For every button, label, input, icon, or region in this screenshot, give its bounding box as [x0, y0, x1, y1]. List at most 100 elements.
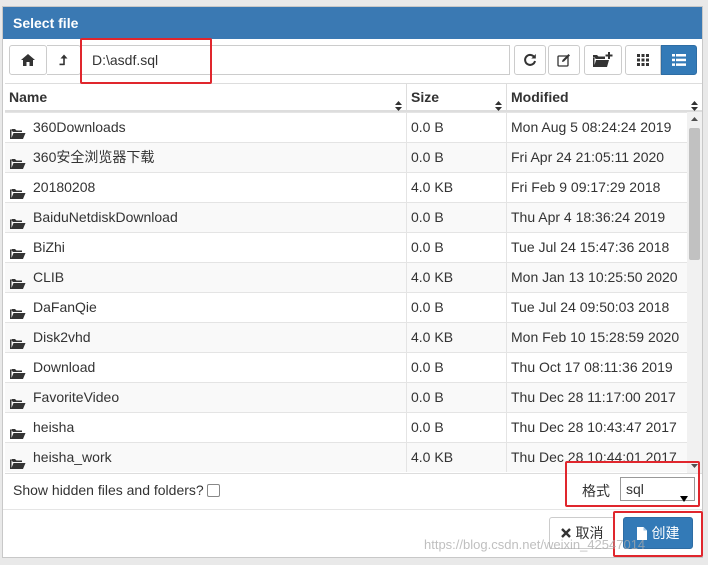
show-hidden-checkbox[interactable] — [206, 483, 220, 497]
table-row[interactable]: BiZhi 0.0 B Tue Jul 24 15:47:36 2018 — [5, 232, 687, 262]
chevron-down-icon — [680, 486, 688, 508]
cell-name[interactable]: CLIB — [5, 263, 407, 292]
cell-name[interactable]: 360Downloads — [5, 113, 407, 142]
cell-size: 0.0 B — [407, 143, 507, 172]
home-icon — [21, 54, 35, 66]
list-view-button[interactable] — [661, 45, 697, 75]
file-name: DaFanQie — [33, 299, 97, 315]
folder-icon — [10, 391, 26, 412]
file-name: CLIB — [33, 269, 65, 285]
table-row[interactable]: Download 0.0 B Thu Oct 17 08:11:36 2019 — [5, 352, 687, 382]
scroll-up-arrow-icon[interactable] — [687, 112, 702, 126]
cell-modified: Fri Feb 9 09:17:29 2018 — [511, 179, 661, 195]
cell-name[interactable]: 20180208 — [5, 173, 407, 202]
cell-name[interactable]: heisha — [5, 413, 407, 442]
cell-modified: Thu Dec 28 11:17:00 2017 — [511, 389, 676, 405]
cell-size: 4.0 KB — [407, 443, 507, 472]
table-row[interactable]: heisha_work 4.0 KB Thu Dec 28 10:44:01 201… — [5, 442, 687, 472]
format-select[interactable]: sql — [620, 477, 695, 502]
vertical-scrollbar[interactable] — [687, 112, 702, 473]
table-row[interactable]: 360Downloads 0.0 B Mon Aug 5 08:24:24 2019 — [5, 112, 687, 142]
file-name: 20180208 — [33, 179, 96, 195]
cell-modified: Thu Dec 28 10:43:47 2017 — [511, 419, 677, 435]
format-label: 格式 — [582, 483, 610, 499]
cell-modified: Tue Jul 24 15:47:36 2018 — [511, 239, 670, 255]
footer-divider — [3, 509, 702, 510]
path-input[interactable] — [81, 45, 510, 75]
table-row[interactable]: heisha 0.0 B Thu Dec 28 10:43:47 2017 — [5, 412, 687, 442]
file-name: BiZhi — [33, 239, 65, 255]
folder-icon — [10, 451, 26, 472]
table-row[interactable]: CLIB 4.0 KB Mon Jan 13 10:25:50 2020 — [5, 262, 687, 292]
cell-size: 4.0 KB — [407, 263, 507, 292]
table-row[interactable]: Disk2vhd 4.0 KB Mon Feb 10 15:28:59 2020 — [5, 322, 687, 352]
column-name-header[interactable]: Name — [5, 84, 407, 111]
file-name: BaiduNetdiskDownload — [33, 209, 178, 225]
file-name: heisha — [33, 419, 75, 435]
cell-name[interactable]: BiZhi — [5, 233, 407, 262]
cell-size: 4.0 KB — [407, 173, 507, 202]
grid-view-icon — [637, 54, 649, 66]
file-rows: 360Downloads 0.0 B Mon Aug 5 08:24:24 2019… — [5, 112, 687, 473]
file-name: 360安全浏览器下载 — [33, 149, 155, 165]
cell-name[interactable]: BaiduNetdiskDownload — [5, 203, 407, 232]
cell-modified: Mon Aug 5 08:24:24 2019 — [511, 119, 672, 135]
dialog-title: Select file — [3, 7, 702, 39]
folder-icon — [10, 241, 26, 262]
table-row[interactable]: DaFanQie 0.0 B Tue Jul 24 09:50:03 2018 — [5, 292, 687, 322]
cell-size: 0.0 B — [407, 413, 507, 442]
column-size-header[interactable]: Size — [407, 84, 507, 111]
cell-modified: Thu Dec 28 10:44:01 2017 — [511, 449, 677, 465]
cell-name[interactable]: FavoriteVideo — [5, 383, 407, 412]
folder-icon — [10, 331, 26, 352]
cell-name[interactable]: Disk2vhd — [5, 323, 407, 352]
show-hidden-label: Show hidden files and folders? — [13, 482, 204, 498]
cell-size: 4.0 KB — [407, 323, 507, 352]
cell-name[interactable]: DaFanQie — [5, 293, 407, 322]
table-row[interactable]: 360安全浏览器下载 0.0 B Fri Apr 24 21:05:11 2020 — [5, 142, 687, 172]
folder-icon — [10, 361, 26, 382]
folder-icon — [10, 151, 26, 172]
cell-modified: Fri Apr 24 21:05:11 2020 — [511, 149, 665, 165]
file-name: 360Downloads — [33, 119, 126, 135]
table-row[interactable]: FavoriteVideo 0.0 B Thu Dec 28 11:17:00 20… — [5, 382, 687, 412]
cell-name[interactable]: Download — [5, 353, 407, 382]
refresh-button[interactable] — [514, 45, 546, 75]
folder-icon — [10, 421, 26, 442]
show-hidden-option[interactable]: Show hidden files and folders? — [13, 481, 220, 499]
parent-folder-button[interactable] — [47, 45, 81, 75]
table-header: Name Size Modified — [5, 84, 702, 112]
scroll-down-arrow-icon[interactable] — [687, 459, 702, 473]
cell-modified: Thu Oct 17 08:11:36 2019 — [511, 359, 673, 375]
folder-icon — [10, 211, 26, 232]
new-folder-button[interactable] — [584, 45, 622, 75]
cell-modified: Thu Apr 4 18:36:24 2019 — [511, 209, 666, 225]
column-modified-header[interactable]: Modified — [507, 84, 702, 111]
table-row[interactable]: BaiduNetdiskDownload 0.0 B Thu Apr 4 18:36… — [5, 202, 687, 232]
file-table: Name Size Modified 360Downloads 0.0 B Mon … — [5, 83, 702, 474]
cell-name[interactable]: heisha_work — [5, 443, 407, 472]
folder-icon — [10, 271, 26, 292]
cell-size: 0.0 B — [407, 383, 507, 412]
edit-button[interactable] — [548, 45, 580, 75]
edit-icon — [557, 53, 571, 67]
file-name: Download — [33, 359, 96, 375]
cell-size: 0.0 B — [407, 233, 507, 262]
cell-modified: Mon Feb 10 15:28:59 2020 — [511, 329, 680, 345]
create-label: 创建 — [651, 525, 680, 541]
folder-icon — [10, 121, 26, 142]
cell-size: 0.0 B — [407, 113, 507, 142]
folder-icon — [10, 301, 26, 322]
cell-modified: Mon Jan 13 10:25:50 2020 — [511, 269, 678, 285]
file-name: heisha_work — [33, 449, 112, 465]
cell-size: 0.0 B — [407, 203, 507, 232]
scrollbar-thumb[interactable] — [689, 128, 700, 260]
home-button[interactable] — [9, 45, 47, 75]
table-row[interactable]: 20180208 4.0 KB Fri Feb 9 09:17:29 2018 — [5, 172, 687, 202]
cell-size: 0.0 B — [407, 353, 507, 382]
new-folder-icon — [592, 52, 614, 68]
arrow-up-icon — [59, 54, 69, 66]
cell-name[interactable]: 360安全浏览器下载 — [5, 143, 407, 172]
grid-view-button[interactable] — [625, 45, 661, 75]
toolbar — [3, 39, 702, 87]
